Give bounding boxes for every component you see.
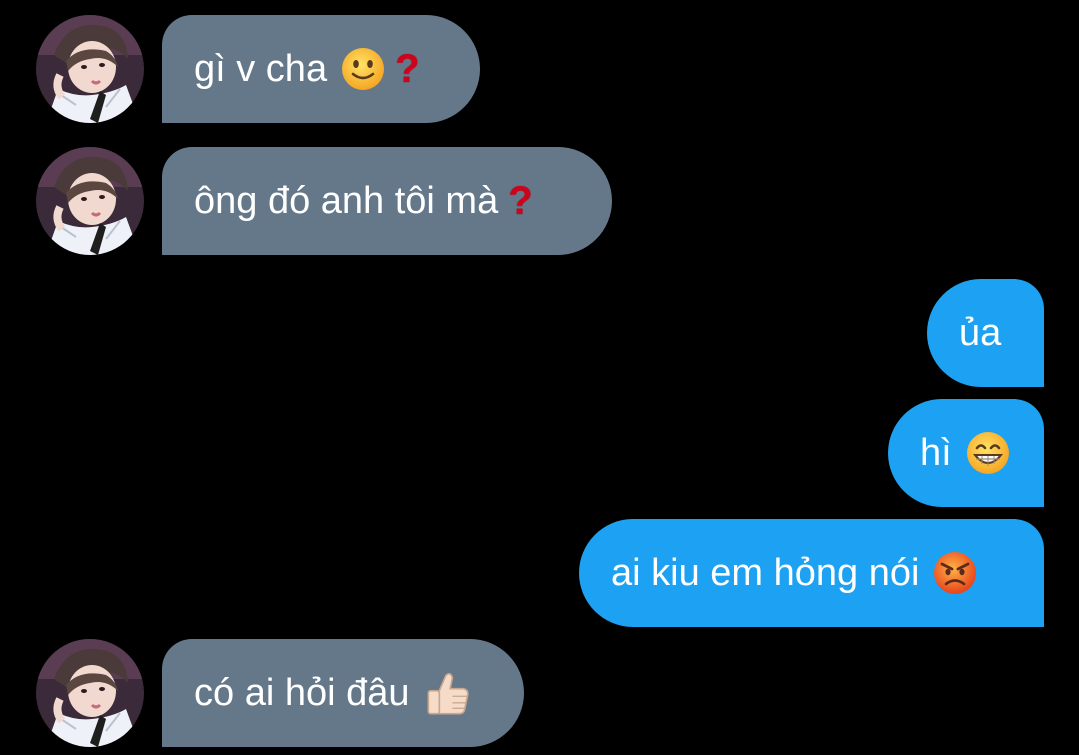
message-row: ủa xyxy=(0,279,1079,387)
message-row: gì v cha ? xyxy=(0,15,1079,123)
slightly-smiling-face-icon xyxy=(342,48,385,90)
message-text: ai kiu em hỏng nói xyxy=(611,551,920,594)
message-row: ai kiu em hỏng nói xyxy=(0,519,1079,627)
incoming-message-bubble[interactable]: gì v cha ? xyxy=(162,15,480,123)
avatar[interactable] xyxy=(36,639,144,747)
chat-thread: gì v cha ? ông đó anh tôi mà ? ủa hì ai … xyxy=(0,0,1079,755)
message-row: có ai hỏi đâu xyxy=(0,639,1079,747)
avatar[interactable] xyxy=(36,147,144,255)
avatar-image xyxy=(36,15,144,123)
angry-face-icon xyxy=(934,552,977,594)
message-text: ủa xyxy=(959,311,1002,354)
incoming-message-bubble[interactable]: ông đó anh tôi mà ? xyxy=(162,147,612,255)
red-question-mark-icon: ? xyxy=(508,178,533,223)
grinning-face-icon xyxy=(966,432,1009,474)
message-row: hì xyxy=(0,399,1079,507)
message-text: ông đó anh tôi mà xyxy=(194,179,499,222)
message-row: ông đó anh tôi mà ? xyxy=(0,147,1079,255)
avatar-image xyxy=(36,639,144,747)
red-question-mark-icon: ? xyxy=(395,46,420,91)
outgoing-message-bubble[interactable]: hì xyxy=(888,399,1044,507)
outgoing-message-bubble[interactable]: ủa xyxy=(927,279,1044,387)
incoming-message-bubble[interactable]: có ai hỏi đâu xyxy=(162,639,524,747)
message-text: gì v cha xyxy=(194,47,328,90)
message-text: có ai hỏi đâu xyxy=(194,671,410,714)
outgoing-message-bubble[interactable]: ai kiu em hỏng nói xyxy=(579,519,1044,627)
thumbs-up-icon xyxy=(427,672,469,715)
avatar-image xyxy=(36,147,144,255)
message-text: hì xyxy=(920,431,952,474)
avatar[interactable] xyxy=(36,15,144,123)
